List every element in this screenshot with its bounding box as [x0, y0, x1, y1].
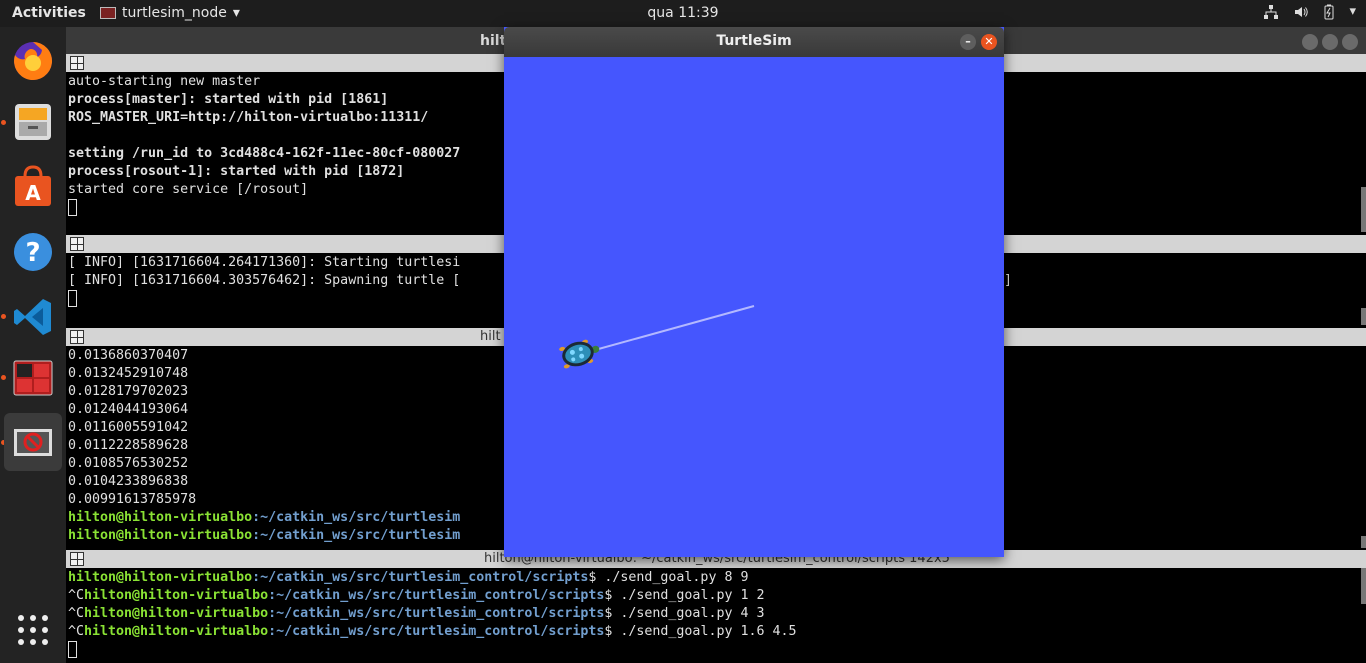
terminal-prompt: hilton@hilton-virtualbo:~/catkin_ws/src/… — [68, 509, 460, 527]
terminal-line-tail: ] — [1004, 273, 1013, 288]
help-icon[interactable]: ? — [4, 223, 62, 281]
terminal-cursor — [68, 290, 77, 308]
turtlesim-canvas — [504, 57, 1004, 557]
grid-icon[interactable] — [70, 237, 84, 251]
terminal-line: started core service [/rosout] — [68, 182, 309, 197]
command-line: ^Chilton@hilton-virtualbo:~/catkin_ws/sr… — [68, 624, 797, 639]
terminal-line: auto-starting new master — [68, 74, 261, 89]
terminal-line: [ INFO] [1631716604.264171360]: Starting… — [68, 255, 461, 270]
svg-text:A: A — [25, 181, 41, 205]
prompt-path: :~/catkin_ws/src/turtlesim — [252, 510, 461, 525]
system-tray[interactable]: ▾ — [1263, 4, 1356, 24]
show-applications-icon[interactable] — [4, 601, 62, 659]
terminal-line: 0.0136860370407 — [68, 348, 189, 363]
terminal-line: 0.0112228589628 — [68, 438, 189, 453]
scrollbar[interactable] — [1361, 536, 1366, 548]
files-icon[interactable] — [4, 93, 62, 151]
top-bar: Activities turtlesim_node ▾ qua 11:39 ▾ — [0, 0, 1366, 27]
terminal-line: ROS_MASTER_URI=http://hilton-virtualbo:1… — [68, 110, 429, 125]
turtlesim-titlebar[interactable]: TurtleSim – ✕ — [504, 27, 1004, 57]
pen-trail — [583, 305, 755, 354]
terminal-line: process[master]: started with pid [1861] — [68, 92, 389, 107]
turtle-icon — [559, 339, 600, 369]
scrollbar[interactable] — [1361, 308, 1366, 325]
terminal-line: [ INFO] [1631716604.303576462]: Spawning… — [68, 273, 461, 288]
grid-icon[interactable] — [70, 552, 84, 566]
close-button[interactable] — [1342, 34, 1358, 50]
network-icon[interactable] — [1263, 4, 1279, 24]
terminal-line: 0.0132452910748 — [68, 366, 189, 381]
terminal-prompt: hilton@hilton-virtualbo:~/catkin_ws/src/… — [68, 527, 460, 545]
terminal-line: 0.0104233896838 — [68, 474, 189, 489]
chevron-down-icon[interactable]: ▾ — [1349, 4, 1356, 24]
pane-title: hilt — [480, 329, 501, 344]
turtlesim-drawing — [559, 305, 755, 369]
dock: A ? — [0, 27, 66, 663]
command-line: ^Chilton@hilton-virtualbo:~/catkin_ws/sr… — [68, 588, 765, 603]
turtlesim-app-icon[interactable] — [4, 413, 62, 471]
terminal-cursor — [68, 199, 77, 217]
clock[interactable]: qua 11:39 — [0, 5, 1366, 21]
terminal-line: 0.0128179702023 — [68, 384, 189, 399]
scrollbar[interactable] — [1361, 568, 1366, 604]
terminal-line: process[rosout-1]: started with pid [187… — [68, 164, 405, 179]
terminal-line: 0.00991613785978 — [68, 492, 197, 507]
prompt-user: hilton@hilton-virtualbo — [68, 510, 253, 525]
terminal-cursor — [68, 641, 77, 659]
terminal-title: hilt — [480, 33, 507, 49]
terminal-line: 0.0108576530252 — [68, 456, 189, 471]
maximize-button[interactable] — [1322, 34, 1338, 50]
firefox-icon[interactable] — [4, 31, 62, 89]
volume-icon[interactable] — [1293, 4, 1309, 24]
software-center-icon[interactable]: A — [4, 157, 62, 215]
battery-icon[interactable] — [1323, 4, 1335, 24]
grid-icon[interactable] — [70, 330, 84, 344]
terminator-icon[interactable] — [4, 349, 62, 407]
scrollbar[interactable] — [1361, 187, 1366, 232]
command-line: hilton@hilton-virtualbo:~/catkin_ws/src/… — [68, 570, 749, 585]
close-button[interactable]: ✕ — [981, 34, 997, 50]
terminal-pane-send-goal[interactable]: hilton@hilton-virtualbo:~/catkin_ws/src/… — [66, 568, 1366, 663]
terminal-line: setting /run_id to 3cd488c4-162f-11ec-80… — [68, 146, 461, 161]
svg-text:?: ? — [25, 238, 40, 268]
command-line: ^Chilton@hilton-virtualbo:~/catkin_ws/sr… — [68, 606, 765, 621]
vscode-icon[interactable] — [4, 288, 62, 346]
turtlesim-window[interactable]: TurtleSim – ✕ — [504, 27, 1004, 557]
terminal-line: 0.0124044193064 — [68, 402, 189, 417]
minimize-button[interactable] — [1302, 34, 1318, 50]
prompt-path: :~/catkin_ws/src/turtlesim — [252, 528, 461, 543]
prompt-user: hilton@hilton-virtualbo — [68, 528, 253, 543]
terminal-line: 0.0116005591042 — [68, 420, 189, 435]
minimize-button[interactable]: – — [960, 34, 976, 50]
grid-icon[interactable] — [70, 56, 84, 70]
turtlesim-title: TurtleSim — [716, 33, 792, 49]
